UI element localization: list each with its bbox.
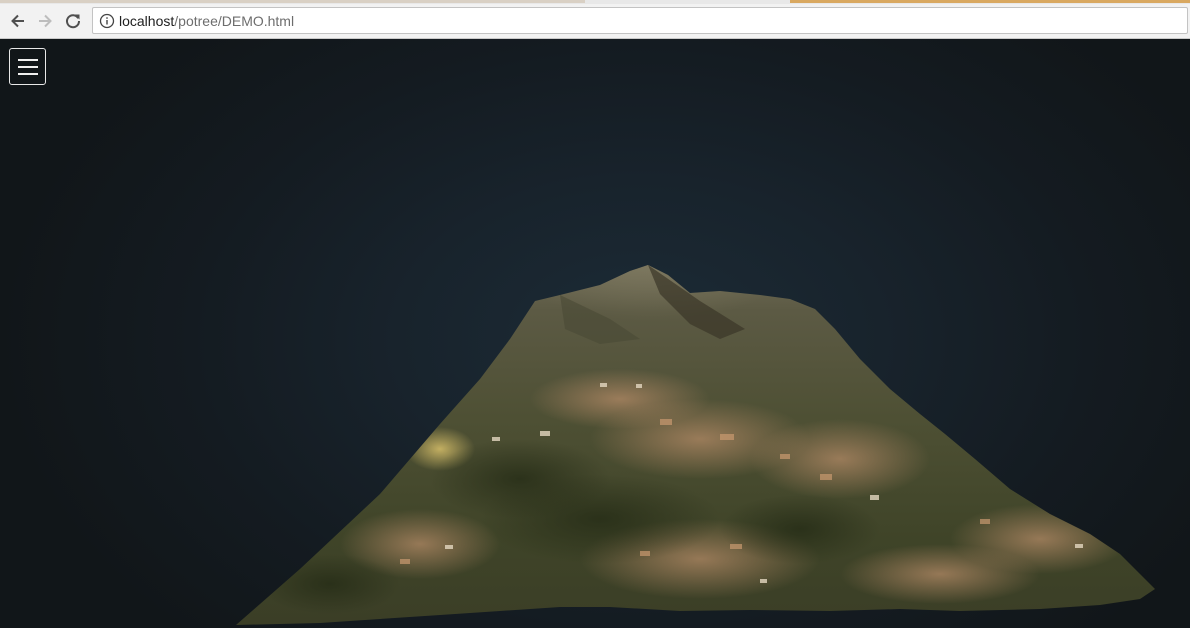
reload-button[interactable] <box>61 9 85 33</box>
address-bar[interactable]: localhost/potree/DEMO.html <box>92 7 1188 34</box>
url-text[interactable]: localhost/potree/DEMO.html <box>119 13 294 29</box>
forward-button[interactable] <box>33 9 57 33</box>
arrow-right-icon <box>39 14 52 28</box>
terrain-point-cloud[interactable] <box>0 39 1190 628</box>
terrain-surface <box>236 265 1155 625</box>
arrow-left-icon <box>11 14 24 28</box>
potree-viewer[interactable] <box>0 39 1190 628</box>
tab-inactive-edge[interactable] <box>790 0 1190 3</box>
browser-toolbar: localhost/potree/DEMO.html <box>0 4 1190 39</box>
url-host: localhost <box>119 13 175 29</box>
back-button[interactable] <box>6 9 30 33</box>
url-path: /potree/DEMO.html <box>174 13 295 29</box>
tab-active-edge[interactable] <box>0 0 585 3</box>
menu-toggle-button[interactable] <box>9 48 46 85</box>
reload-icon <box>66 14 81 29</box>
hamburger-menu-icon <box>17 58 38 75</box>
info-icon[interactable] <box>99 13 115 29</box>
